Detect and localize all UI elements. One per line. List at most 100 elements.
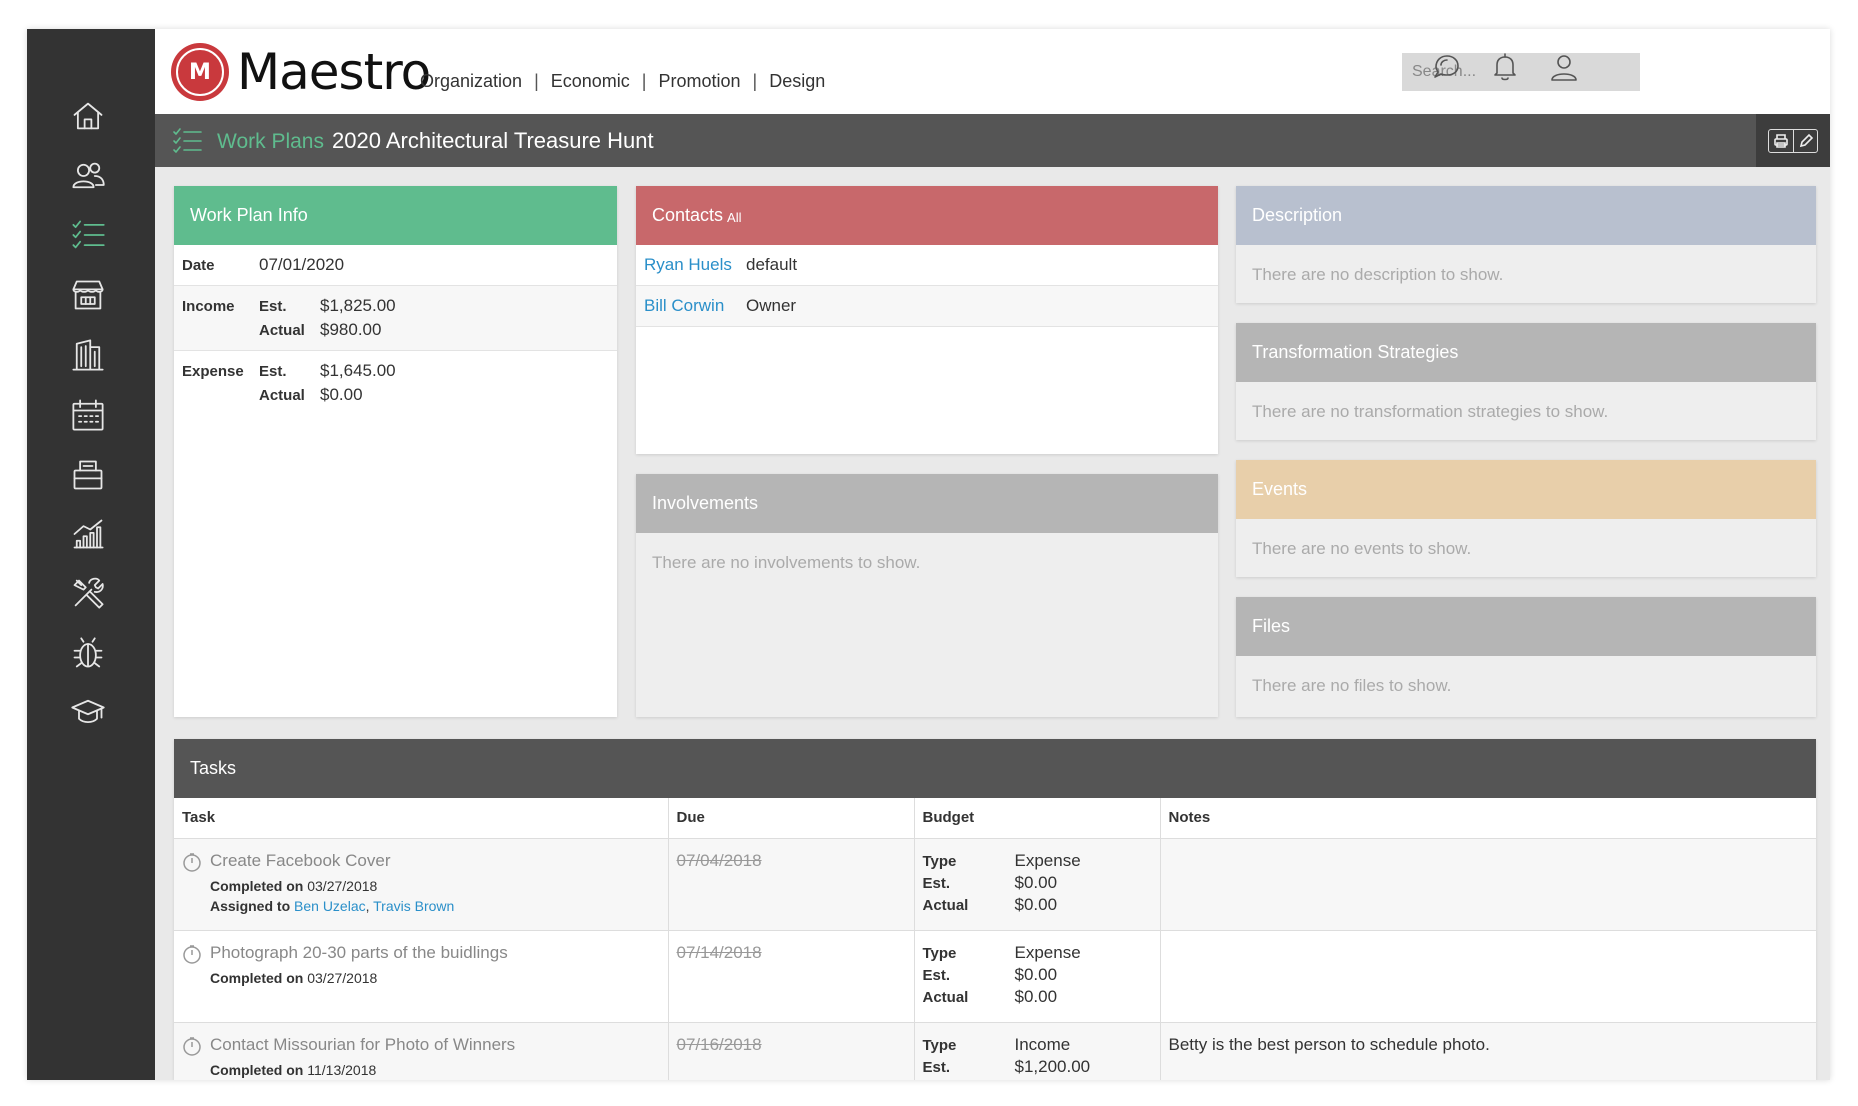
bug-icon[interactable] [67,632,109,674]
breadcrumb: Work Plans 2020 Architectural Treasure H… [155,114,1830,167]
breadcrumb-work-plans-link[interactable]: Work Plans [217,130,324,154]
notes-cell: Betty is the best person to schedule pho… [1160,1022,1816,1080]
budget-type: Income [1014,1034,1071,1054]
task-cell: Photograph 20-30 parts of the buidlings … [174,930,669,1023]
budget-cell: Type Expense Est. $0.00 Actual $0.00 [914,838,1161,931]
assignee-link[interactable]: Ben Uzelac [294,898,366,914]
wallet-icon[interactable] [67,454,109,496]
description-header: Description [1236,186,1816,245]
notes-cell [1160,838,1816,931]
files-empty-text: There are no files to show. [1252,676,1452,695]
task-cell: Create Facebook Cover Completed on 03/27… [174,838,669,931]
nav-economic[interactable]: Economic [551,71,630,92]
files-header: Files [1236,597,1816,656]
due-cell: 07/14/2018 [668,930,915,1023]
work-plan-info-card: Work Plan Info Date 07/01/2020 Income Es… [174,186,617,717]
due-cell: 07/16/2018 [668,1022,915,1080]
due-date: 07/14/2018 [676,942,762,962]
income-est-value: $1,825.00 [320,296,396,315]
budget-type: Expense [1014,942,1081,962]
nav-promotion[interactable]: Promotion [658,71,740,92]
completed-date: 03/27/2018 [307,969,378,986]
tasks-card: Tasks Task Due Budget Notes Create Faceb… [174,739,1816,1080]
page-title: 2020 Architectural Treasure Hunt [332,128,654,153]
budget-actual: $0.00 [1014,986,1058,1006]
budget-cell: Type Expense Est. $0.00 Actual $0.00 [914,930,1161,1023]
top-nav: Organization | Economic | Promotion | De… [420,71,826,92]
checklist-icon [171,125,203,162]
strategies-empty-text: There are no transformation strategies t… [1252,402,1609,421]
column-header-notes[interactable]: Notes [1160,798,1816,839]
column-header-due[interactable]: Due [668,798,915,839]
column-header-task[interactable]: Task [174,798,669,839]
contact-row: Ryan Huels default [636,245,1218,286]
assignee-link[interactable]: Travis Brown [373,898,454,914]
completed-date: 03/27/2018 [307,877,378,894]
nav-design[interactable]: Design [769,71,825,92]
budget-est: $1,200.00 [1014,1056,1091,1076]
strategies-card: Transformation Strategies There are no t… [1236,323,1816,440]
involvements-empty-text: There are no involvements to show. [652,553,921,572]
contact-name-link[interactable]: Bill Corwin [644,296,746,316]
maestro-logo[interactable]: M Maestro [171,43,431,101]
checklist-icon[interactable] [67,214,109,256]
graduation-cap-icon[interactable] [67,691,109,733]
column-header-budget[interactable]: Budget [914,798,1161,839]
edit-icon[interactable] [1793,129,1817,152]
completed-date: 11/13/2018 [307,1061,377,1078]
involvements-card: Involvements There are no involvements t… [636,474,1218,717]
table-row[interactable]: Create Facebook Cover Completed on 03/27… [174,838,1816,931]
contacts-all-link[interactable]: All [727,210,741,225]
income-actual-value: $980.00 [320,320,382,339]
tools-icon[interactable] [67,572,109,614]
building-icon[interactable] [67,334,109,376]
expense-est-value: $1,645.00 [320,361,396,380]
logo-wordmark: Maestro [237,43,431,101]
tasks-table-header-row: Task Due Budget Notes [174,798,1816,839]
page-actions [1756,114,1830,167]
stopwatch-icon [182,852,202,872]
nav-organization[interactable]: Organization [420,71,522,92]
due-date: 07/16/2018 [676,1034,762,1054]
due-date: 07/04/2018 [676,850,762,870]
notes-cell [1160,930,1816,1023]
budget-actual: $0.00 [1014,894,1058,914]
user-icon[interactable] [1548,51,1584,87]
top-bar: M Maestro Organization | Economic | Prom… [155,29,1830,114]
task-name[interactable]: Create Facebook Cover [210,851,390,871]
bell-icon[interactable] [1489,51,1525,87]
contact-row: Bill Corwin Owner [636,286,1218,327]
calendar-icon[interactable] [67,394,109,436]
people-icon[interactable] [67,155,109,197]
budget-type: Expense [1014,850,1081,870]
description-card: Description There are no description to … [1236,186,1816,303]
description-empty-text: There are no description to show. [1252,265,1504,284]
strategies-header: Transformation Strategies [1236,323,1816,382]
stopwatch-icon [182,1036,202,1056]
chart-icon[interactable] [67,513,109,555]
logo-mark: M [171,43,229,101]
home-icon[interactable] [67,95,109,137]
contacts-card: Contacts All Ryan Huels default Bill Cor… [636,186,1218,454]
contact-role: default [746,255,798,274]
task-name[interactable]: Contact Missourian for Photo of Winners [210,1035,515,1055]
table-row[interactable]: Photograph 20-30 parts of the buidlings … [174,930,1816,1023]
date-value: 07/01/2020 [259,255,345,274]
budget-cell: Type Income Est. $1,200.00 [914,1022,1161,1080]
app-window: M Maestro Organization | Economic | Prom… [27,29,1830,1080]
events-header: Events [1236,460,1816,519]
chat-icon[interactable] [1431,51,1467,87]
date-row: Date 07/01/2020 [174,245,617,286]
contacts-header: Contacts All [636,186,1218,245]
print-icon[interactable] [1769,130,1793,152]
task-name[interactable]: Photograph 20-30 parts of the buidlings [210,943,508,963]
files-card: Files There are no files to show. [1236,597,1816,717]
storefront-icon[interactable] [67,274,109,316]
contact-name-link[interactable]: Ryan Huels [644,255,746,275]
table-row[interactable]: Contact Missourian for Photo of Winners … [174,1022,1816,1080]
work-plan-info-header: Work Plan Info [174,186,617,245]
due-cell: 07/04/2018 [668,838,915,931]
tasks-table: Task Due Budget Notes Create Facebook Co… [174,798,1816,1080]
contact-role: Owner [746,296,797,315]
events-card: Events There are no events to show. [1236,460,1816,577]
